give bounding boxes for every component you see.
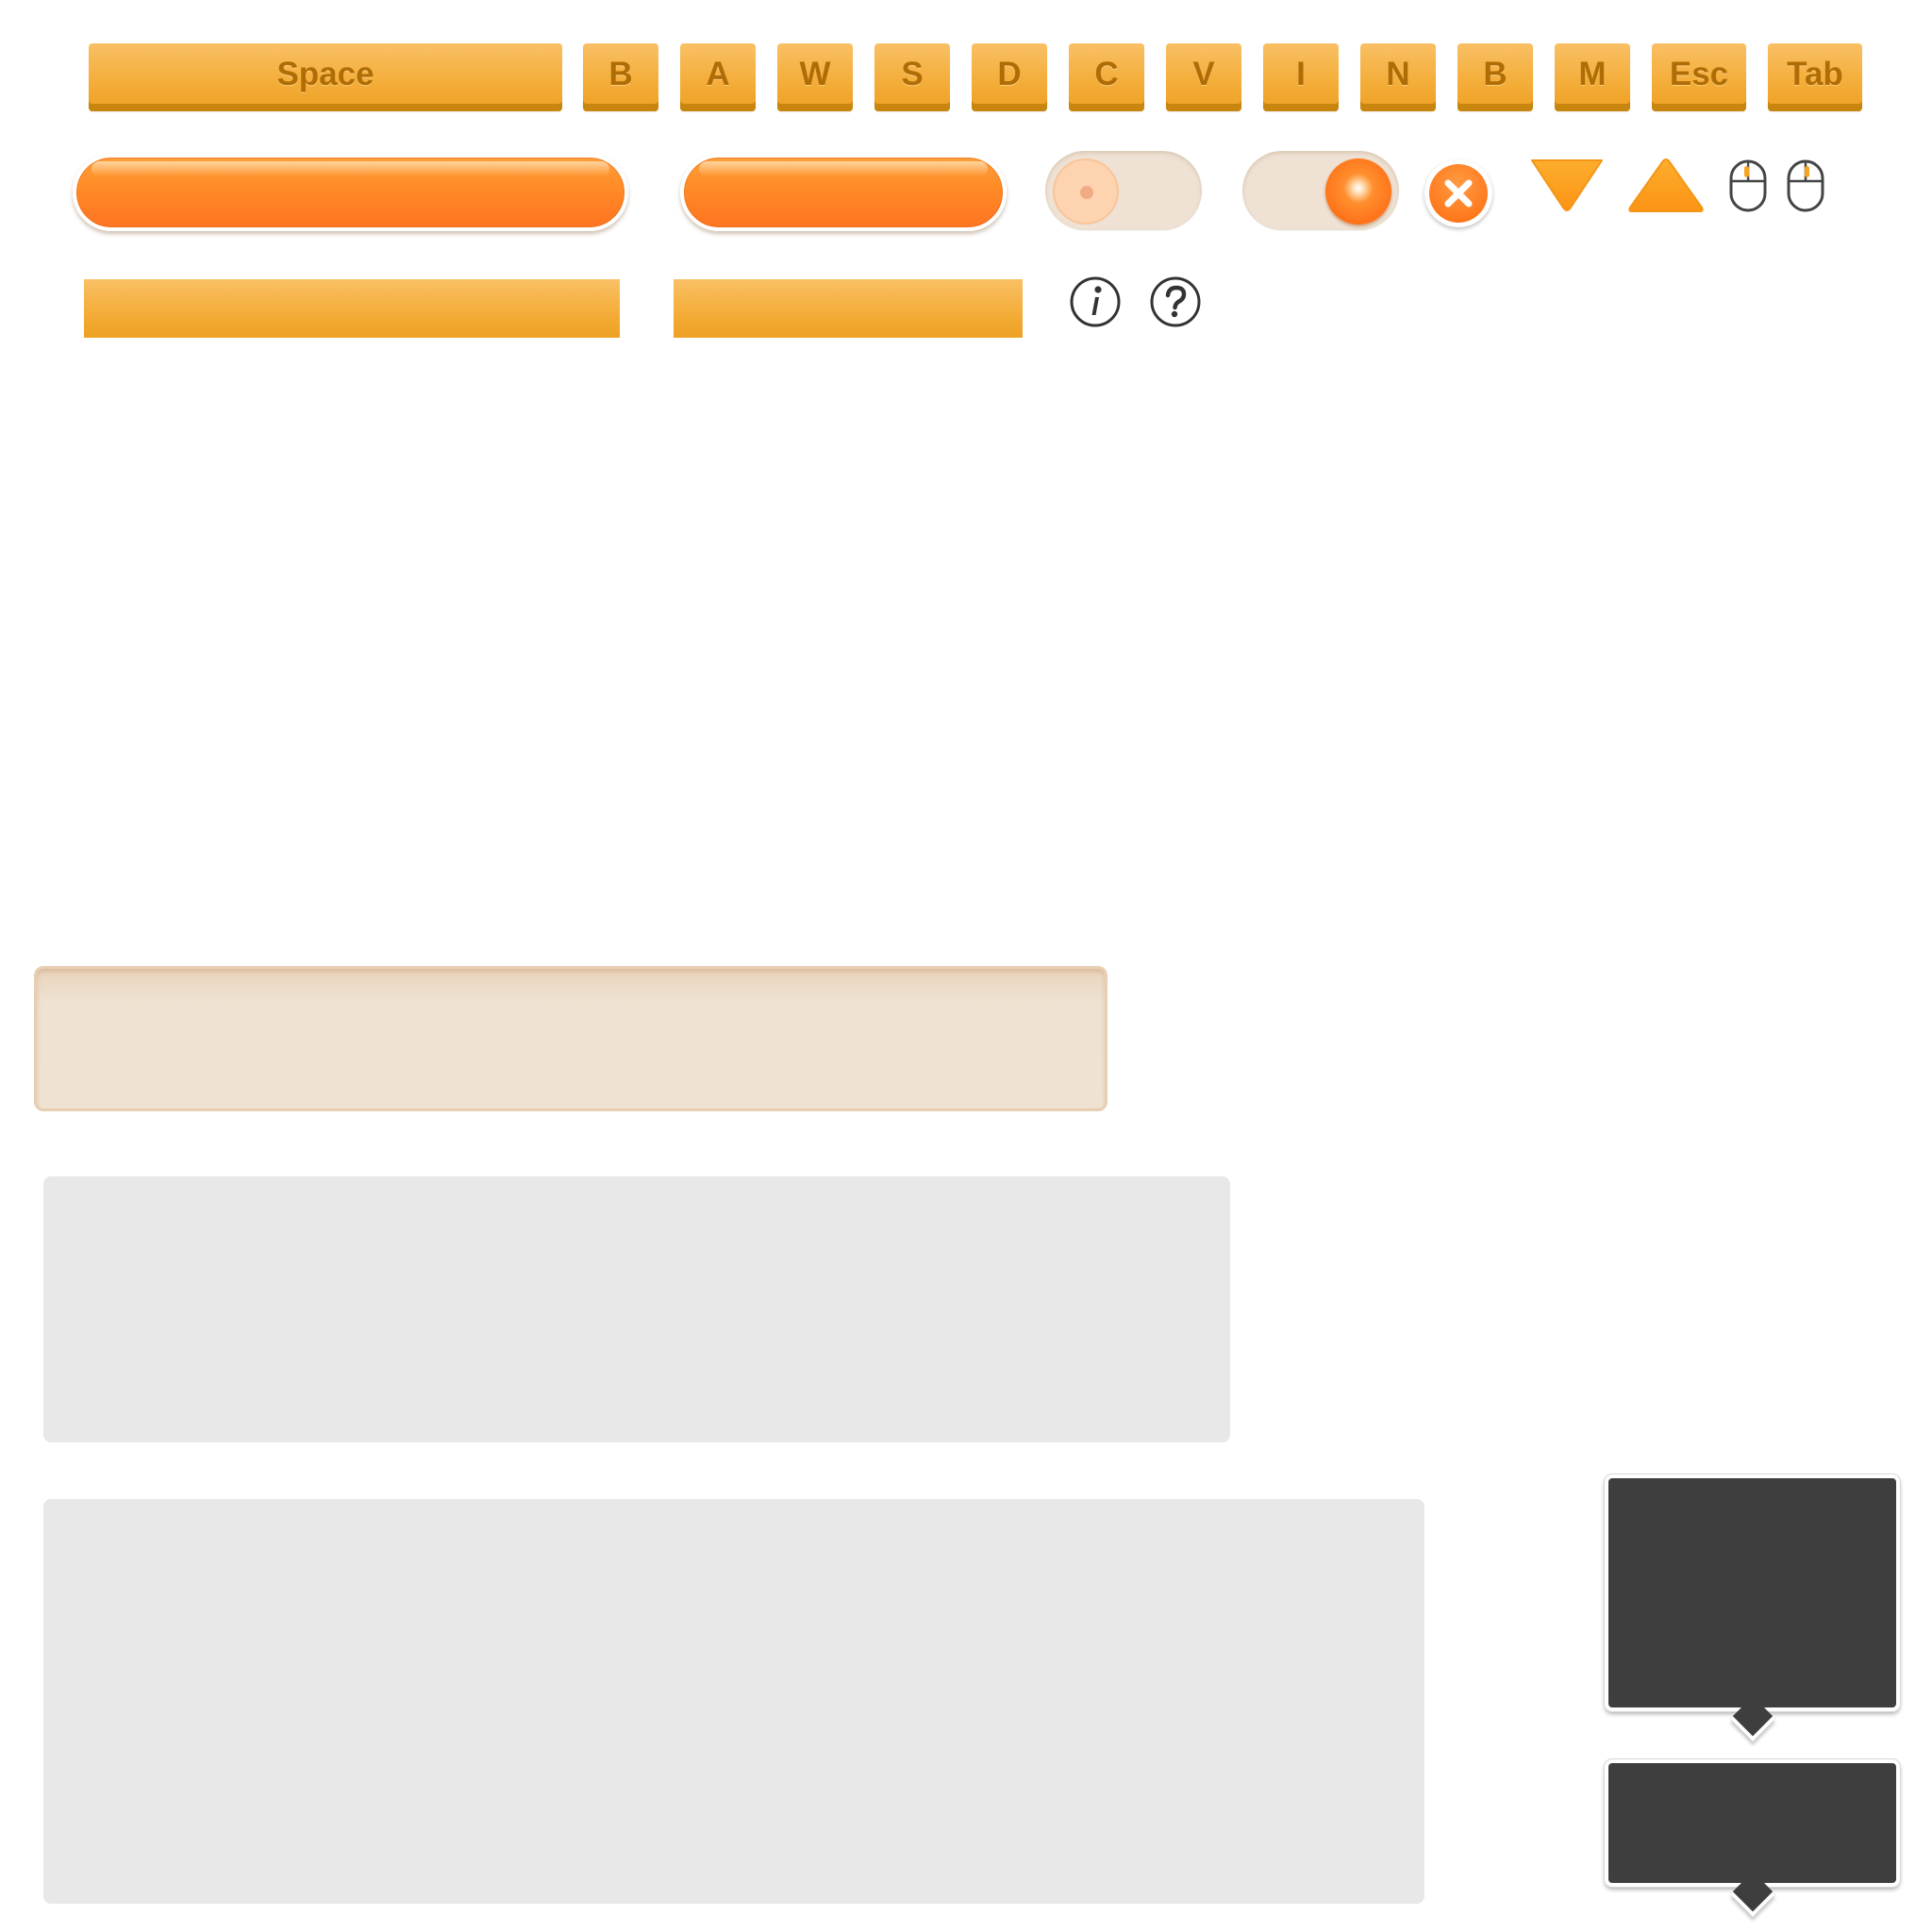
toggle-switch-on[interactable] [1242,151,1399,230]
key-s[interactable]: S [874,43,950,111]
mouse-right-click-icon [1787,159,1824,212]
flat-orange-bar-large[interactable] [84,279,620,338]
key-n[interactable]: N [1360,43,1436,111]
tooltip-small [1605,1759,1900,1918]
grey-panel-medium [43,1176,1230,1442]
info-icon[interactable] [1069,275,1122,328]
keycap-row: Space B A W S D C V I N B M Esc Tab [89,43,1862,111]
close-button[interactable] [1424,159,1492,227]
tooltip-tail [1729,1695,1775,1742]
flat-orange-bar-small[interactable] [674,279,1023,338]
mouse-left-click-icon [1729,159,1767,212]
toggle-knob [1325,158,1391,225]
help-icon[interactable] [1149,275,1202,328]
toggle-knob [1053,158,1119,225]
key-tab[interactable]: Tab [1768,43,1862,111]
toggle-switch-off[interactable] [1045,151,1202,230]
glossy-button-large[interactable] [73,154,628,231]
close-icon [1429,164,1488,223]
beige-text-field[interactable] [34,966,1108,1111]
key-b-2[interactable]: B [1457,43,1533,111]
key-a[interactable]: A [680,43,756,111]
key-esc[interactable]: Esc [1652,43,1746,111]
grey-panel-large [43,1499,1424,1904]
triangle-up-icon[interactable] [1626,157,1706,213]
triangle-down-icon[interactable] [1528,157,1606,213]
key-b[interactable]: B [583,43,658,111]
key-w[interactable]: W [777,43,853,111]
key-i[interactable]: I [1263,43,1339,111]
key-v[interactable]: V [1166,43,1241,111]
key-c[interactable]: C [1069,43,1144,111]
key-m[interactable]: M [1555,43,1630,111]
glossy-button-small[interactable] [680,154,1007,231]
key-space[interactable]: Space [89,43,562,111]
key-d[interactable]: D [972,43,1047,111]
tooltip-tail [1729,1871,1775,1918]
tooltip-large [1605,1474,1900,1742]
